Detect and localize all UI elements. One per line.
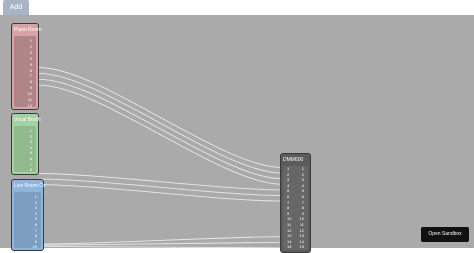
output-port[interactable]: 1 — [30, 38, 32, 43]
mixer-output-port[interactable]: 6 — [302, 194, 304, 199]
mixer-input-port[interactable]: 2 — [287, 172, 289, 177]
block-title: Live Room Cx — [14, 183, 46, 189]
output-port[interactable]: 9 — [30, 85, 32, 90]
output-port[interactable]: 10 — [33, 244, 37, 249]
mixer-output-port[interactable]: 2 — [302, 172, 304, 177]
vocal-booth-block[interactable]: Vocal Booth 12345678 — [11, 113, 41, 175]
output-port[interactable]: 8 — [30, 79, 32, 84]
mixer-output-port[interactable]: 14 — [300, 239, 304, 244]
output-port[interactable]: 5 — [30, 150, 32, 155]
open-sandbox-button[interactable]: Open Sandbox — [421, 227, 469, 242]
mixer-output-port[interactable]: 1 — [302, 166, 304, 171]
mixer-input-port[interactable]: 4 — [287, 183, 289, 188]
block-title: DMM600 — [283, 157, 304, 163]
patch-cable[interactable] — [38, 78, 283, 180]
output-port[interactable]: 6 — [35, 222, 37, 227]
mixer-input-port[interactable]: 11 — [287, 222, 291, 227]
mixer-input-port[interactable]: 5 — [287, 188, 289, 193]
mixer-input-port[interactable]: 14 — [287, 239, 291, 244]
block-port-panel: 1 2 3 4 5 6 7 8 9 10 — [14, 192, 41, 249]
mixer-input-port[interactable]: 10 — [287, 216, 291, 221]
block-title: Vocal Booth — [14, 117, 41, 123]
mixer-output-port[interactable]: 5 — [302, 188, 304, 193]
output-port[interactable]: 3 — [35, 205, 37, 210]
mixer-output-port[interactable]: 12 — [300, 228, 304, 233]
output-port[interactable]: 9 — [35, 239, 37, 244]
mixer-output-port[interactable]: 4 — [302, 183, 304, 188]
output-port[interactable]: 10 — [28, 91, 32, 96]
mixer-input-port[interactable]: 7 — [287, 200, 289, 205]
mixer-output-port[interactable]: 3 — [302, 177, 304, 182]
mixer-input-port[interactable]: 3 — [287, 177, 289, 182]
mixer-input-port[interactable]: 9 — [287, 211, 289, 216]
patch-cable[interactable] — [38, 84, 283, 185]
mixer-input-port[interactable]: 1 — [287, 166, 289, 171]
mixer-input-port[interactable]: 15 — [287, 244, 291, 249]
block-title: Piano Room — [14, 27, 42, 33]
mixer-port-panel: 1 1 2 2 3 3 4 4 5 5 6 6 7 7 8 8 9 9 10 10 11 11 12 12 13 13 14 14 15… — [283, 166, 308, 250]
mixer-input-port[interactable]: 12 — [287, 228, 291, 233]
output-port[interactable]: 5 — [35, 216, 37, 221]
output-port[interactable]: 2 — [35, 200, 37, 205]
output-port[interactable]: 7 — [35, 228, 37, 233]
output-port[interactable]: 5 — [30, 62, 32, 67]
output-port[interactable]: 4 — [30, 56, 32, 61]
mixer-output-port[interactable]: 8 — [302, 205, 304, 210]
mixer-input-port[interactable]: 8 — [287, 205, 289, 210]
output-port[interactable]: 2 — [30, 44, 32, 49]
patch-cable[interactable] — [38, 72, 283, 174]
piano-room-block[interactable]: Piano Room 1 2 3 4 5 6 7 8 9 10 11 12 — [11, 23, 42, 110]
output-port[interactable]: 1 — [30, 128, 32, 133]
output-port[interactable]: 2 — [30, 134, 32, 139]
mixer-output-port[interactable]: 10 — [300, 216, 304, 221]
output-port[interactable]: 12 — [28, 103, 32, 108]
output-port[interactable]: 6 — [30, 156, 32, 161]
dmm600-mixer-block[interactable]: DMM600 1 1 2 2 3 3 4 4 5 5 6 6 7 7 8 8 9 9 10 10 11 11 12 12 13 1… — [280, 153, 311, 253]
output-port[interactable]: 7 — [30, 73, 32, 78]
mixer-input-port[interactable]: 6 — [287, 194, 289, 199]
output-port[interactable]: 1 — [35, 194, 37, 199]
output-port[interactable]: 8 — [35, 233, 37, 238]
mixer-output-port[interactable]: 7 — [302, 200, 304, 205]
block-port-panel: 12345678 — [14, 126, 36, 172]
mixer-output-port[interactable]: 9 — [302, 211, 304, 216]
output-port[interactable]: 3 — [30, 50, 32, 55]
patch-cable[interactable] — [38, 67, 283, 168]
output-port[interactable]: 3 — [30, 139, 32, 144]
wire-layer — [38, 67, 283, 248]
output-port[interactable]: 6 — [30, 68, 32, 73]
output-port[interactable]: 4 — [30, 145, 32, 150]
output-port[interactable]: 11 — [28, 97, 32, 102]
block-port-panel: 1 2 3 4 5 6 7 8 9 10 11 12 — [14, 36, 36, 108]
mixer-output-port[interactable]: 11 — [300, 222, 304, 227]
output-port[interactable]: 4 — [35, 211, 37, 216]
output-port[interactable]: 7 — [30, 162, 32, 167]
mixer-output-port[interactable]: 13 — [300, 233, 304, 238]
mixer-input-port[interactable]: 13 — [287, 233, 291, 238]
live-room-block[interactable]: Live Room Cx 1 2 3 4 5 6 7 8 9 10 — [11, 179, 46, 251]
mixer-output-port[interactable]: 15 — [300, 244, 304, 249]
output-port[interactable]: 8 — [30, 167, 32, 172]
